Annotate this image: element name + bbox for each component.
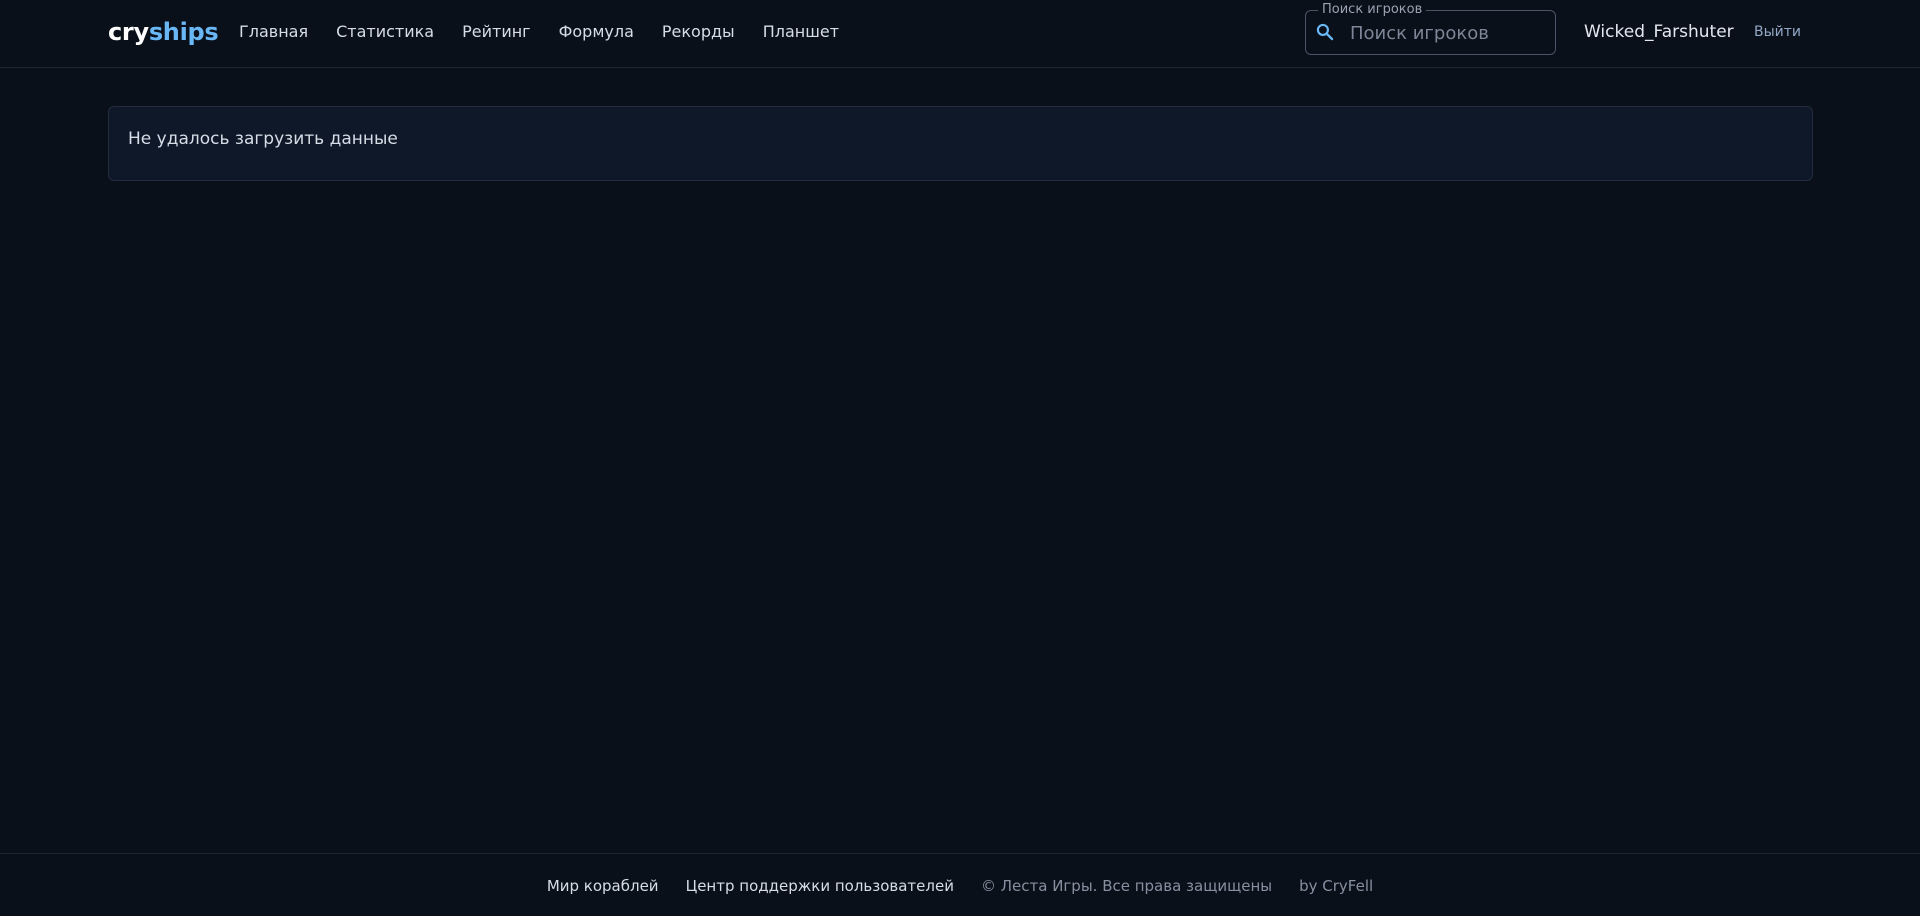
main-nav: Главная Статистика Рейтинг Формула Рекор… [239,22,839,41]
error-message: Не удалось загрузить данные [128,129,398,149]
top-bar: cryships Главная Статистика Рейтинг Форм… [0,0,1920,68]
nav-item-records[interactable]: Рекорды [662,22,735,41]
current-user-name[interactable]: Wicked_Farshuter [1584,22,1734,42]
footer-author: by CryFell [1299,877,1374,895]
nav-item-formula[interactable]: Формула [559,22,634,41]
search-icon [1315,22,1335,42]
nav-item-statistics[interactable]: Статистика [336,22,434,41]
player-search-box: Поиск игроков [1305,2,1556,55]
footer-link-world-of-ships[interactable]: Мир кораблей [547,877,659,895]
footer-link-support-center[interactable]: Центр поддержки пользователей [686,877,954,895]
logout-button[interactable]: Выйти [1754,24,1801,40]
error-card: Не удалось загрузить данные [108,106,1813,181]
footer: Мир кораблей Центр поддержки пользовател… [0,853,1920,916]
site-logo[interactable]: cryships [108,18,219,46]
nav-item-home[interactable]: Главная [239,22,308,41]
footer-copyright: © Леста Игры. Все права защищены [980,877,1273,895]
nav-item-tablet[interactable]: Планшет [763,22,839,41]
logo-part-cry: cry [108,18,149,46]
player-search-input[interactable] [1350,19,1545,47]
logo-part-ships: ships [148,18,219,46]
main-content: Не удалось загрузить данные [0,68,1920,853]
search-label: Поиск игроков [1318,2,1427,18]
nav-item-rating[interactable]: Рейтинг [462,22,530,41]
page: cryships Главная Статистика Рейтинг Форм… [0,0,1920,916]
